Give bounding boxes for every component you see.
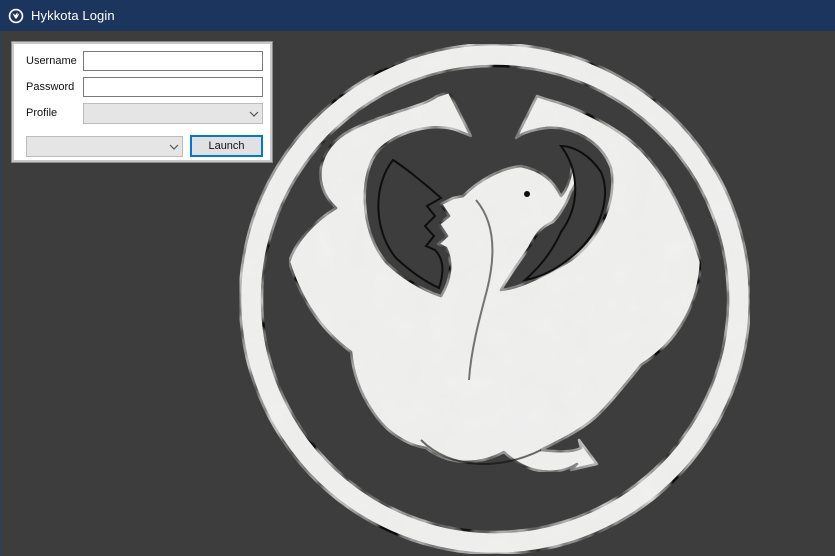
username-field[interactable] bbox=[83, 51, 263, 71]
chevron-down-icon[interactable] bbox=[166, 137, 182, 156]
password-field[interactable] bbox=[83, 77, 263, 97]
profile-dropdown[interactable] bbox=[83, 103, 263, 124]
password-label: Password bbox=[26, 81, 75, 93]
login-panel: Username Password Profile Launch bbox=[12, 42, 272, 162]
chevron-down-icon[interactable] bbox=[246, 104, 262, 123]
profile-label: Profile bbox=[26, 107, 58, 119]
dragon-logo-icon bbox=[8, 8, 24, 23]
username-label: Username bbox=[26, 55, 77, 67]
launch-button[interactable]: Launch bbox=[190, 135, 263, 157]
emblem-dragon bbox=[287, 90, 703, 473]
window-title: Hykkota Login bbox=[31, 8, 115, 23]
title-bar[interactable]: Hykkota Login bbox=[0, 0, 835, 31]
emblem-eye bbox=[524, 191, 530, 197]
secondary-dropdown[interactable] bbox=[26, 136, 183, 157]
login-window: Hykkota Login Username Password Profile … bbox=[0, 0, 835, 556]
